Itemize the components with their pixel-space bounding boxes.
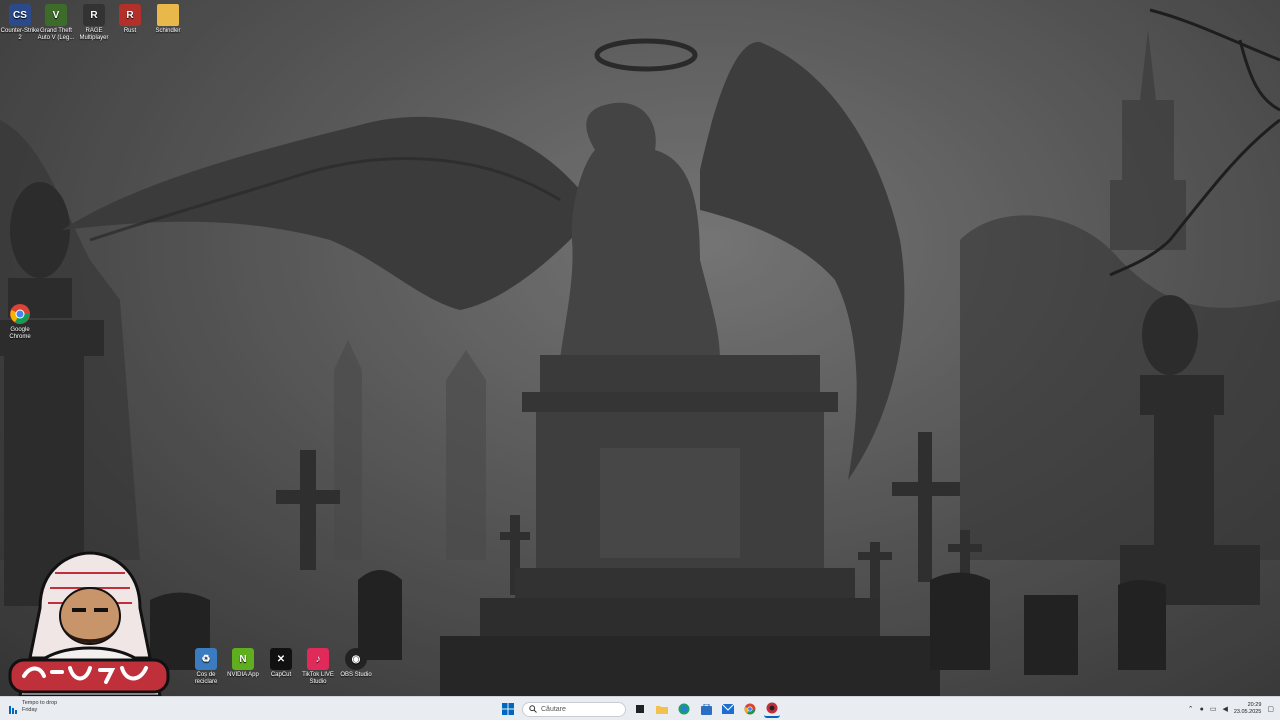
edge-icon (678, 703, 690, 715)
tray-app-icon[interactable]: ● (1200, 706, 1204, 713)
desktop-icon-label: CapCut (270, 672, 292, 678)
weather-icon (8, 702, 18, 714)
counter-strike-icon: CS (9, 4, 31, 26)
task-view-icon (636, 705, 644, 713)
desktop-icon-label: OBS Studio (340, 672, 372, 678)
rust-icon: R (119, 4, 141, 26)
taskbar-store[interactable] (698, 701, 714, 717)
file-explorer-icon (656, 706, 668, 714)
network-icon[interactable]: ▭ (1210, 705, 1217, 713)
nvidia-icon: N (232, 648, 254, 670)
mail-icon (722, 704, 734, 714)
clock[interactable]: 20:29 23.05.2025 (1234, 702, 1262, 716)
desktop-icon-label: TikTok LIVE Studio (302, 672, 334, 685)
clock-date: 23.05.2025 (1233, 709, 1262, 715)
desktop-icon-recycle-bin[interactable]: ♻ Coș de reciclare (186, 648, 226, 686)
wallpaper-angel-graveyard (0, 0, 1280, 696)
desktop-icon-obs-studio[interactable]: ◉ OBS Studio (336, 648, 376, 679)
recycle-bin-icon: ♻ (195, 648, 217, 670)
tiktok-icon: ♪ (307, 648, 329, 670)
chrome-icon (9, 303, 31, 325)
taskbar-mail[interactable] (720, 701, 736, 717)
weather-line-1: Tempo to drop (22, 700, 58, 706)
desktop-icon-rage-mp[interactable]: R RAGE Multiplayer (74, 4, 114, 42)
desktop-icon-google-chrome[interactable]: Google Chrome (0, 303, 40, 341)
chrome-icon (744, 703, 756, 715)
folder-icon (157, 4, 179, 26)
streamer-logo (0, 548, 178, 698)
desktop-icon-gta-v[interactable]: V Grand Theft Auto V (Leg... (36, 4, 76, 42)
clock-time: 20:29 (1247, 702, 1262, 708)
desktop-icon-tiktok-live-studio[interactable]: ♪ TikTok LIVE Studio (298, 648, 338, 686)
desktop-icon-capcut[interactable]: ✕ CapCut (261, 648, 301, 679)
taskbar-edge[interactable] (676, 701, 692, 717)
desktop-wallpaper (0, 0, 1280, 696)
notification-icon[interactable]: ▢ (1267, 705, 1274, 713)
taskbar-chrome[interactable] (742, 701, 758, 717)
weather-line-2: Friday (22, 706, 38, 713)
desktop-icon-label: Google Chrome (9, 327, 31, 340)
taskbar-center: Căutare (500, 699, 780, 719)
desktop-icon-label: NVIDIA App (227, 672, 259, 678)
desktop-icon-label: Rust (123, 28, 137, 34)
task-view-button[interactable] (632, 701, 648, 717)
desktop-icon-rust[interactable]: R Rust (110, 4, 150, 35)
desktop-icon-counter-strike[interactable]: CS Counter-Strike 2 (0, 4, 40, 42)
obs-icon: ◉ (345, 648, 367, 670)
gta-v-icon: V (45, 4, 67, 26)
app-icon (766, 702, 778, 714)
system-tray: ⌃ ● ▭ ◀ 20:29 23.05.2025 ▢ (1188, 699, 1274, 719)
desktop-icon-label: RAGE Multiplayer (79, 28, 109, 41)
rage-mp-icon: R (83, 4, 105, 26)
desktop-icon-label: Counter-Strike 2 (0, 28, 40, 41)
volume-icon[interactable]: ◀ (1222, 705, 1227, 713)
taskbar-file-explorer[interactable] (654, 701, 670, 717)
desktop-icon-label: Grand Theft Auto V (Leg... (37, 28, 75, 41)
desktop-icon-nvidia-app[interactable]: N NVIDIA App (223, 648, 263, 679)
taskbar-search[interactable]: Căutare (522, 701, 626, 717)
store-icon (700, 703, 712, 715)
search-placeholder: Căutare (541, 705, 566, 713)
weather-widget[interactable]: Tempo to drop Friday (8, 700, 58, 714)
chevron-up-icon[interactable]: ⌃ (1188, 705, 1194, 713)
desktop-icon-label: Schindler (155, 28, 181, 34)
search-icon (529, 705, 537, 713)
start-button[interactable] (500, 701, 516, 717)
taskbar-app-red[interactable] (764, 700, 780, 718)
capcut-icon: ✕ (270, 648, 292, 670)
desktop-icon-label: Coș de reciclare (194, 672, 218, 685)
desktop-icon-folder[interactable]: Schindler (148, 4, 188, 35)
taskbar: Tempo to drop Friday Căutare ⌃ ● ▭ ◀ 20:… (0, 696, 1280, 720)
windows-icon (502, 703, 514, 715)
